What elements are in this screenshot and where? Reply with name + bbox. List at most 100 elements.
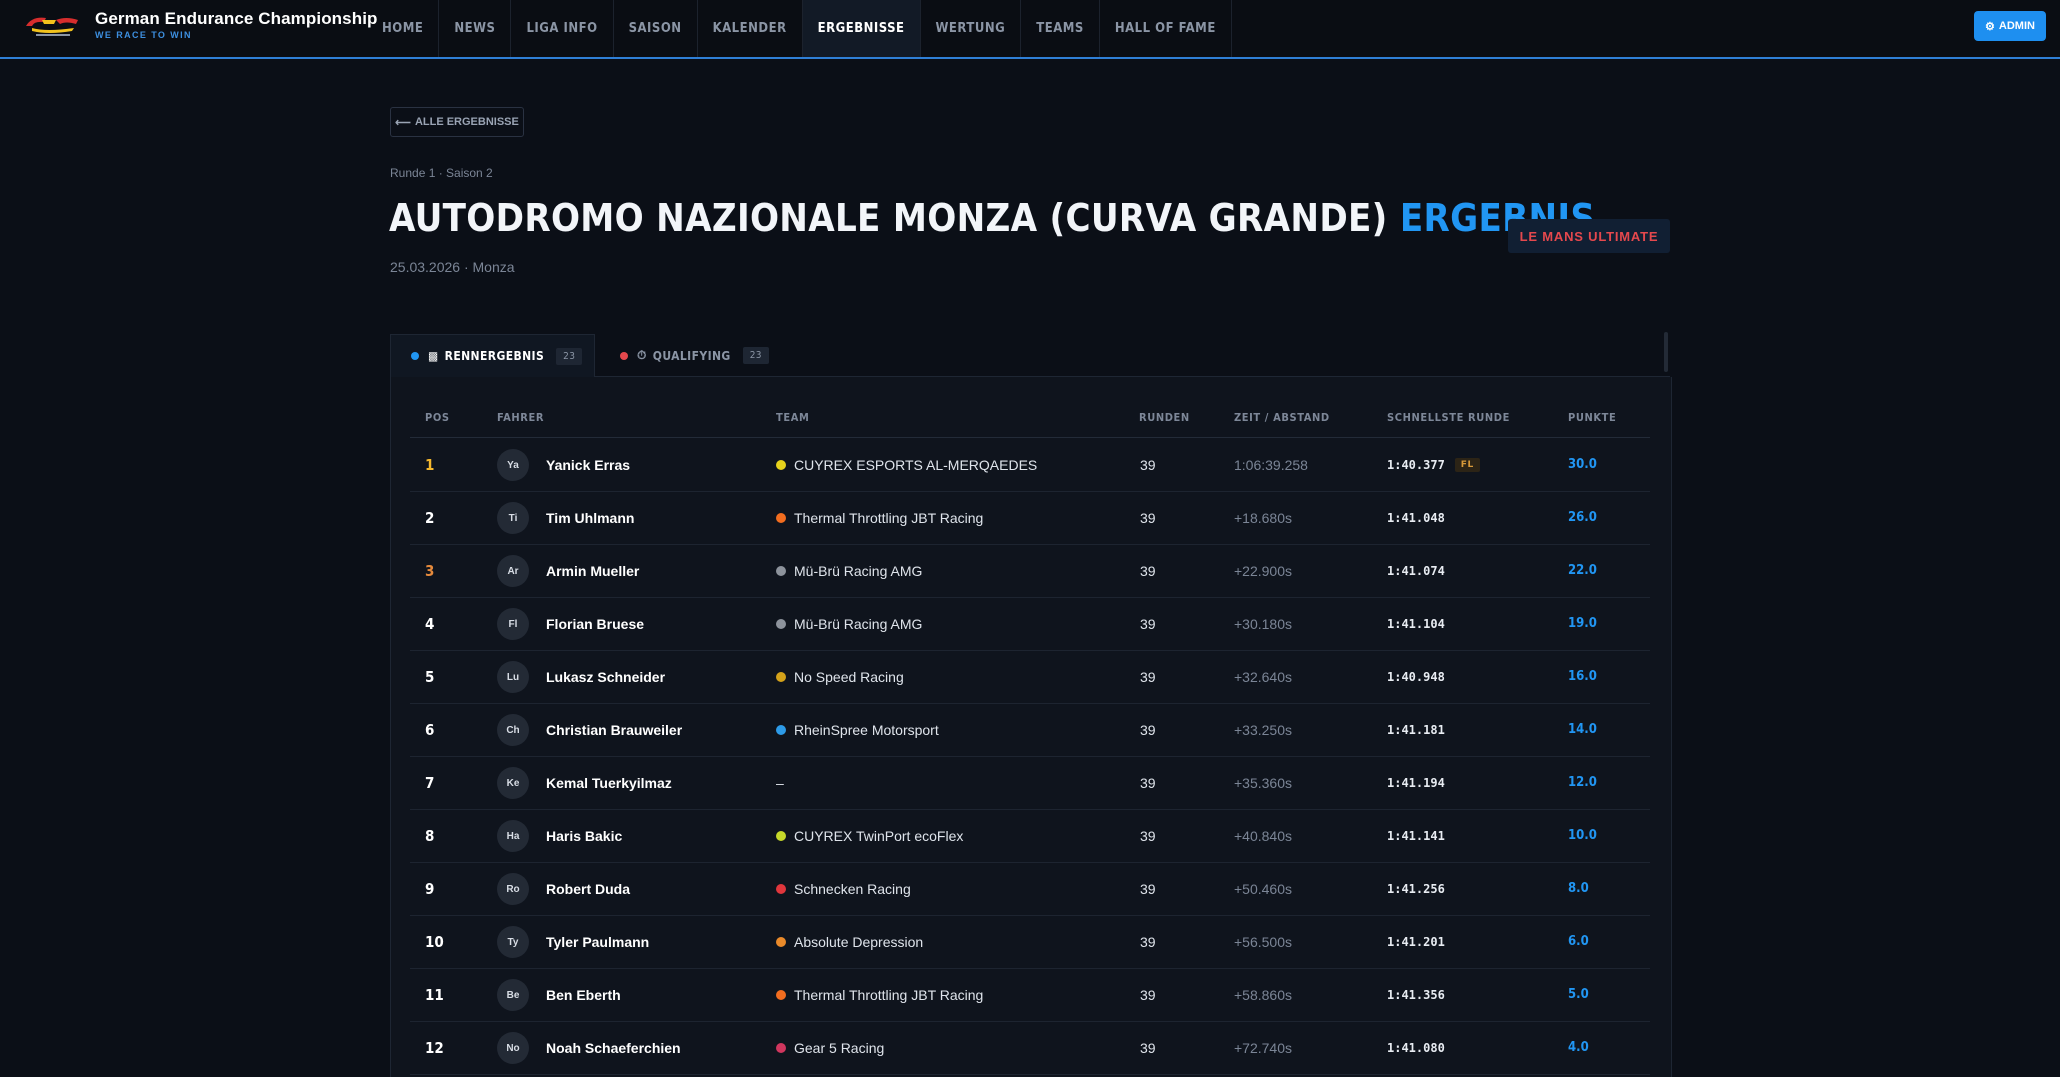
nav-teams[interactable]: TEAMS bbox=[1021, 0, 1100, 57]
team-name: Schnecken Racing bbox=[794, 880, 911, 897]
race-time: +40.840s bbox=[1234, 827, 1292, 844]
gec-logo[interactable] bbox=[22, 12, 84, 40]
points: 19.0 bbox=[1568, 616, 1597, 631]
driver-avatar: Ti bbox=[497, 502, 529, 534]
driver-name[interactable]: Ben Eberth bbox=[546, 968, 621, 1021]
nav-ergebnisse[interactable]: ERGEBNISSE bbox=[802, 0, 921, 57]
table-row[interactable]: 12 No Noah Schaeferchien Gear 5 Racing 3… bbox=[410, 1021, 1650, 1075]
col-points: PUNKTE bbox=[1568, 411, 1617, 424]
driver-name[interactable]: Yanick Erras bbox=[546, 438, 630, 491]
nav-news[interactable]: NEWS bbox=[439, 0, 512, 57]
driver-name[interactable]: Robert Duda bbox=[546, 862, 630, 915]
table-row[interactable]: 11 Be Ben Eberth Thermal Throttling JBT … bbox=[410, 968, 1650, 1022]
team-name: Absolute Depression bbox=[794, 933, 924, 950]
team-color-dot bbox=[776, 565, 786, 576]
race-time: +22.900s bbox=[1234, 562, 1292, 579]
table-row[interactable]: 1 Ya Yanick Erras CUYREX ESPORTS AL-MERQ… bbox=[410, 438, 1650, 492]
nav-kalender[interactable]: KALENDER bbox=[698, 0, 803, 57]
team-cell: CUYREX ESPORTS AL-MERQAEDES bbox=[776, 438, 1037, 491]
fastest-lap: 1:41.074 bbox=[1387, 563, 1445, 578]
table-row[interactable]: 8 Ha Haris Bakic CUYREX TwinPort ecoFlex… bbox=[410, 809, 1650, 863]
status-dot bbox=[620, 351, 628, 360]
driver-name[interactable]: Florian Bruese bbox=[546, 597, 644, 650]
team-name: RheinSpree Motorsport bbox=[794, 721, 939, 738]
driver-avatar: Be bbox=[497, 979, 529, 1011]
tab-count: 23 bbox=[556, 347, 583, 365]
position: 4 bbox=[425, 614, 435, 633]
team-cell: CUYREX TwinPort ecoFlex bbox=[776, 809, 963, 862]
driver-avatar: Ke bbox=[497, 767, 529, 799]
fastest-lap: 1:41.048 bbox=[1387, 510, 1445, 525]
fastest-lap-cell: 1:41.074 bbox=[1387, 544, 1445, 597]
breadcrumb: Runde 1 · Saison 2 bbox=[390, 166, 493, 180]
table-row[interactable]: 2 Ti Tim Uhlmann Thermal Throttling JBT … bbox=[410, 491, 1650, 545]
race-time: +30.180s bbox=[1234, 615, 1292, 632]
fastest-lap-cell: 1:41.181 bbox=[1387, 703, 1445, 756]
position: 1 bbox=[425, 455, 435, 474]
table-row[interactable]: 9 Ro Robert Duda Schnecken Racing 39 +50… bbox=[410, 862, 1650, 916]
nav-saison[interactable]: SAISON bbox=[614, 0, 698, 57]
nav-hall-of-fame[interactable]: HALL OF FAME bbox=[1100, 0, 1232, 57]
fastest-lap: 1:41.194 bbox=[1387, 775, 1445, 790]
fastest-lap-cell: 1:41.048 bbox=[1387, 491, 1445, 544]
team-name: – bbox=[776, 774, 784, 791]
laps: 39 bbox=[1140, 562, 1156, 579]
team-name: No Speed Racing bbox=[794, 668, 904, 685]
points: 6.0 bbox=[1568, 934, 1589, 949]
fastest-lap-cell: 1:41.356 bbox=[1387, 968, 1445, 1021]
nav-liga-info[interactable]: LIGA INFO bbox=[511, 0, 614, 57]
team-color-dot bbox=[776, 989, 786, 1000]
admin-label: ADMIN bbox=[1998, 20, 2035, 32]
arrow-left-icon: ⟵ bbox=[395, 116, 411, 129]
position: 10 bbox=[425, 932, 444, 951]
driver-name[interactable]: Noah Schaeferchien bbox=[546, 1021, 681, 1074]
fastest-lap: 1:41.141 bbox=[1387, 828, 1445, 843]
team-cell: Mü-Brü Racing AMG bbox=[776, 544, 922, 597]
table-row[interactable]: 4 Fl Florian Bruese Mü-Brü Racing AMG 39… bbox=[410, 597, 1650, 651]
back-to-results-button[interactable]: ⟵ ALLE ERGEBNISSE bbox=[390, 107, 524, 137]
col-team: TEAM bbox=[776, 411, 810, 424]
tab-race-result[interactable]: ▩ RENNERGEBNIS 23 bbox=[390, 334, 595, 377]
admin-button[interactable]: ⚙ ADMIN bbox=[1974, 11, 2046, 41]
race-date-location: 25.03.2026 · Monza bbox=[390, 259, 515, 275]
team-cell: RheinSpree Motorsport bbox=[776, 703, 939, 756]
driver-name[interactable]: Lukasz Schneider bbox=[546, 650, 665, 703]
fastest-lap: 1:41.356 bbox=[1387, 987, 1445, 1002]
driver-name[interactable]: Christian Brauweiler bbox=[546, 703, 682, 756]
team-name: Gear 5 Racing bbox=[794, 1039, 885, 1056]
nav-home[interactable]: HOME bbox=[367, 0, 440, 57]
tab-label: RENNERGEBNIS bbox=[444, 349, 545, 363]
top-navigation-bar: German Endurance Championship WE RACE TO… bbox=[0, 0, 2060, 59]
table-row[interactable]: 5 Lu Lukasz Schneider No Speed Racing 39… bbox=[410, 650, 1650, 704]
laps: 39 bbox=[1140, 721, 1156, 738]
main-nav: HOME NEWS LIGA INFO SAISON KALENDER ERGE… bbox=[367, 0, 1232, 57]
driver-name[interactable]: Kemal Tuerkyilmaz bbox=[546, 756, 672, 809]
driver-name[interactable]: Haris Bakic bbox=[546, 809, 622, 862]
driver-name[interactable]: Tyler Paulmann bbox=[546, 915, 649, 968]
team-color-dot bbox=[776, 830, 786, 841]
team-color-dot bbox=[776, 883, 786, 894]
fastest-lap-cell: 1:40.948 bbox=[1387, 650, 1445, 703]
fastest-lap-cell: 1:41.141 bbox=[1387, 809, 1445, 862]
brand-subtitle: WE RACE TO WIN bbox=[95, 30, 192, 40]
table-row[interactable]: 6 Ch Christian Brauweiler RheinSpree Mot… bbox=[410, 703, 1650, 757]
tab-qualifying[interactable]: ⏱ QUALIFYING 23 bbox=[617, 334, 797, 377]
driver-name[interactable]: Armin Mueller bbox=[546, 544, 639, 597]
driver-name[interactable]: Tim Uhlmann bbox=[546, 491, 634, 544]
nav-wertung[interactable]: WERTUNG bbox=[921, 0, 1022, 57]
scrollbar[interactable] bbox=[1664, 332, 1668, 372]
table-row[interactable]: 3 Ar Armin Mueller Mü-Brü Racing AMG 39 … bbox=[410, 544, 1650, 598]
fastest-lap: 1:40.377 bbox=[1387, 457, 1445, 472]
team-cell: Schnecken Racing bbox=[776, 862, 911, 915]
page-title: AUTODROMO NAZIONALE MONZA (CURVA GRANDE)… bbox=[389, 196, 1595, 240]
team-name: Mü-Brü Racing AMG bbox=[794, 615, 923, 632]
col-laps: RUNDEN bbox=[1139, 411, 1190, 424]
laps: 39 bbox=[1140, 615, 1156, 632]
team-color-dot bbox=[776, 459, 786, 470]
table-row[interactable]: 7 Ke Kemal Tuerkyilmaz – 39 +35.360s 1:4… bbox=[410, 756, 1650, 810]
table-row[interactable]: 10 Ty Tyler Paulmann Absolute Depression… bbox=[410, 915, 1650, 969]
points: 5.0 bbox=[1568, 987, 1589, 1002]
driver-avatar: Lu bbox=[497, 661, 529, 693]
stopwatch-icon: ⏱ bbox=[637, 348, 647, 362]
col-fastest-lap: SCHNELLSTE RUNDE bbox=[1387, 411, 1510, 424]
